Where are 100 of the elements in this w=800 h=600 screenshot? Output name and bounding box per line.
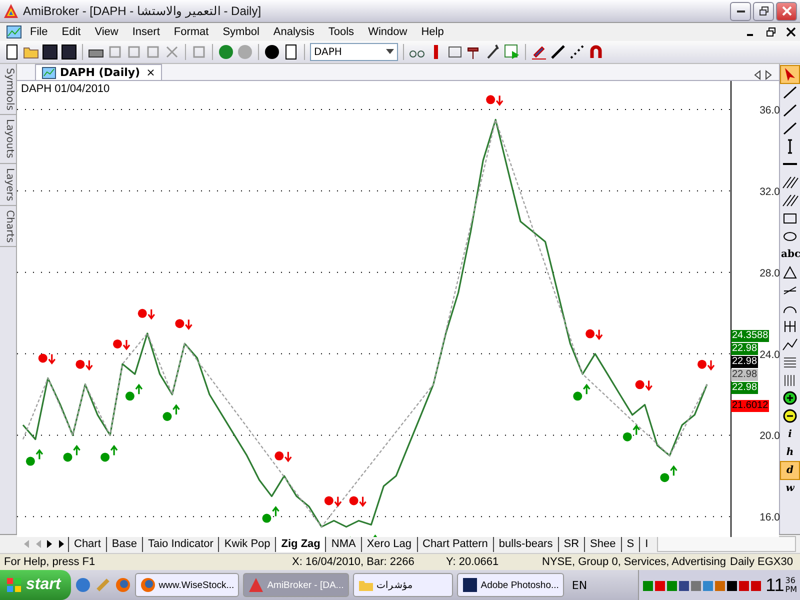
menu-item[interactable]: Format xyxy=(168,26,215,38)
axis-label: 16.0 xyxy=(760,512,780,524)
taskbar-button[interactable]: www.WiseStock... xyxy=(134,573,240,597)
sheet-tab[interactable]: SR xyxy=(558,536,584,552)
sheet-tab[interactable]: I xyxy=(639,536,654,552)
globe-icon[interactable] xyxy=(74,577,91,593)
side-tab[interactable]: Symbols xyxy=(0,64,16,116)
status-field: Daily EGX30 xyxy=(726,556,797,568)
text-tool-button[interactable]: abc xyxy=(781,246,799,263)
interval-button[interactable]: d xyxy=(781,462,799,479)
price-label: 22.98 xyxy=(731,356,758,368)
caret-icon xyxy=(386,49,394,55)
scroll-right-icon[interactable] xyxy=(765,70,773,80)
side-tab[interactable]: Layouts xyxy=(0,115,16,164)
minimize-button[interactable] xyxy=(730,2,751,20)
disks-icon[interactable] xyxy=(61,44,77,60)
minimize-icon xyxy=(736,10,744,12)
menu-item[interactable]: Help xyxy=(415,26,450,38)
sheet-tab[interactable]: Chart Pattern xyxy=(416,536,493,552)
chart-caption: DAPH 01/04/2010 xyxy=(21,83,110,95)
peak-marker xyxy=(486,94,504,106)
taskbar-button[interactable]: مؤشرات xyxy=(352,573,453,597)
interval-button[interactable]: w xyxy=(781,480,799,497)
price-label: 22.98 xyxy=(731,369,758,381)
sheet-tab[interactable]: Base xyxy=(106,536,142,552)
menu-item[interactable]: Tools xyxy=(322,26,360,38)
restore-icon[interactable] xyxy=(766,27,776,37)
browser-icon[interactable] xyxy=(114,577,131,593)
horizontal-scrollbar[interactable] xyxy=(657,536,796,552)
fan-icon[interactable] xyxy=(781,192,799,209)
sheet-tab[interactable]: Taio Indicator xyxy=(142,536,218,552)
sheet-tab[interactable]: Zig Zag xyxy=(275,536,326,552)
line-segment-icon[interactable] xyxy=(781,84,799,101)
restore-icon xyxy=(758,6,768,16)
side-tab[interactable]: Layers xyxy=(0,164,16,206)
line-icon[interactable] xyxy=(781,120,799,137)
price-label: 24.3588 xyxy=(731,330,770,342)
symbol-dropdown[interactable]: DAPH xyxy=(310,43,398,61)
pointer-icon[interactable] xyxy=(781,66,799,83)
window-title: AmiBroker - [DAPH - التعمير والاستشا - Daily] xyxy=(23,4,262,18)
peak-marker xyxy=(586,328,603,340)
axis-label: 32.0 xyxy=(760,186,780,198)
tray-icon[interactable] xyxy=(726,580,737,590)
document-tab[interactable]: DAPH (Daily) × xyxy=(35,64,162,80)
price-label: 21.6012 xyxy=(731,400,770,412)
status-field: For Help, press F1 xyxy=(0,556,288,568)
peak-marker xyxy=(175,318,192,330)
peak-marker xyxy=(76,360,93,371)
close-button[interactable] xyxy=(776,2,797,20)
browser-icon xyxy=(140,577,156,593)
triangle-logo-icon xyxy=(248,577,264,593)
pen-icon[interactable] xyxy=(531,44,547,60)
page-icon[interactable] xyxy=(4,44,20,60)
peak-marker xyxy=(138,308,156,320)
tray-icon[interactable] xyxy=(678,580,689,590)
sheet-tab[interactable]: Chart xyxy=(68,536,106,552)
clock-hour: 11 xyxy=(766,574,784,596)
sheet-tab[interactable]: Xero Lag xyxy=(360,536,416,552)
ray-icon[interactable] xyxy=(781,102,799,119)
line-icon[interactable] xyxy=(550,44,566,60)
language-indicator[interactable]: EN xyxy=(568,578,592,592)
sheet-tab[interactable]: bulls-bears xyxy=(492,536,558,552)
menu-item[interactable]: View xyxy=(88,26,124,38)
chart-icon xyxy=(42,66,56,78)
menu-item[interactable]: Edit xyxy=(56,26,87,38)
peak-marker xyxy=(324,496,342,508)
menu-item[interactable]: Insert xyxy=(126,26,166,38)
chart-icon[interactable] xyxy=(6,25,22,39)
dashed-line-icon[interactable] xyxy=(569,44,585,60)
interval-button[interactable]: h xyxy=(781,444,799,461)
menu-item[interactable]: Analysis xyxy=(267,26,320,38)
sheet-tab[interactable]: Shee xyxy=(584,536,621,552)
play-icon[interactable] xyxy=(504,44,520,60)
zigzag-icon[interactable] xyxy=(781,336,799,353)
peak-marker xyxy=(274,451,292,462)
menu-item[interactable]: Symbol xyxy=(216,26,266,38)
taskbar-button[interactable]: Adobe Photosho... xyxy=(456,573,564,597)
zoom-out-icon[interactable] xyxy=(781,408,799,425)
sheet-tab[interactable]: S xyxy=(620,536,640,552)
menu-item[interactable]: Window xyxy=(362,26,414,38)
status-field: X: 16/04/2010, Bar: 2266 xyxy=(288,556,442,568)
zoom-in-icon[interactable] xyxy=(781,390,799,407)
axis-label: 24.0 xyxy=(760,348,780,361)
interval-button[interactable]: i xyxy=(781,426,799,443)
square-icon xyxy=(462,577,478,593)
side-tab[interactable]: Charts xyxy=(0,206,16,248)
axis-label: 20.0 xyxy=(760,430,780,442)
close-icon[interactable] xyxy=(786,27,796,37)
clock-minute: 36 xyxy=(785,576,796,585)
menu-item[interactable]: File xyxy=(24,26,54,38)
peak-marker xyxy=(113,339,130,350)
sheet-tab[interactable]: NMA xyxy=(325,536,361,552)
scroll-left-icon[interactable] xyxy=(753,70,761,80)
parallel-lines-icon[interactable] xyxy=(781,174,799,191)
magnet-icon[interactable] xyxy=(588,44,604,60)
price-label: 22.98 xyxy=(731,343,758,355)
restore-button[interactable] xyxy=(753,2,774,20)
triangle-icon[interactable] xyxy=(781,264,799,281)
peak-marker xyxy=(635,380,653,392)
cross-icon[interactable] xyxy=(164,44,180,60)
